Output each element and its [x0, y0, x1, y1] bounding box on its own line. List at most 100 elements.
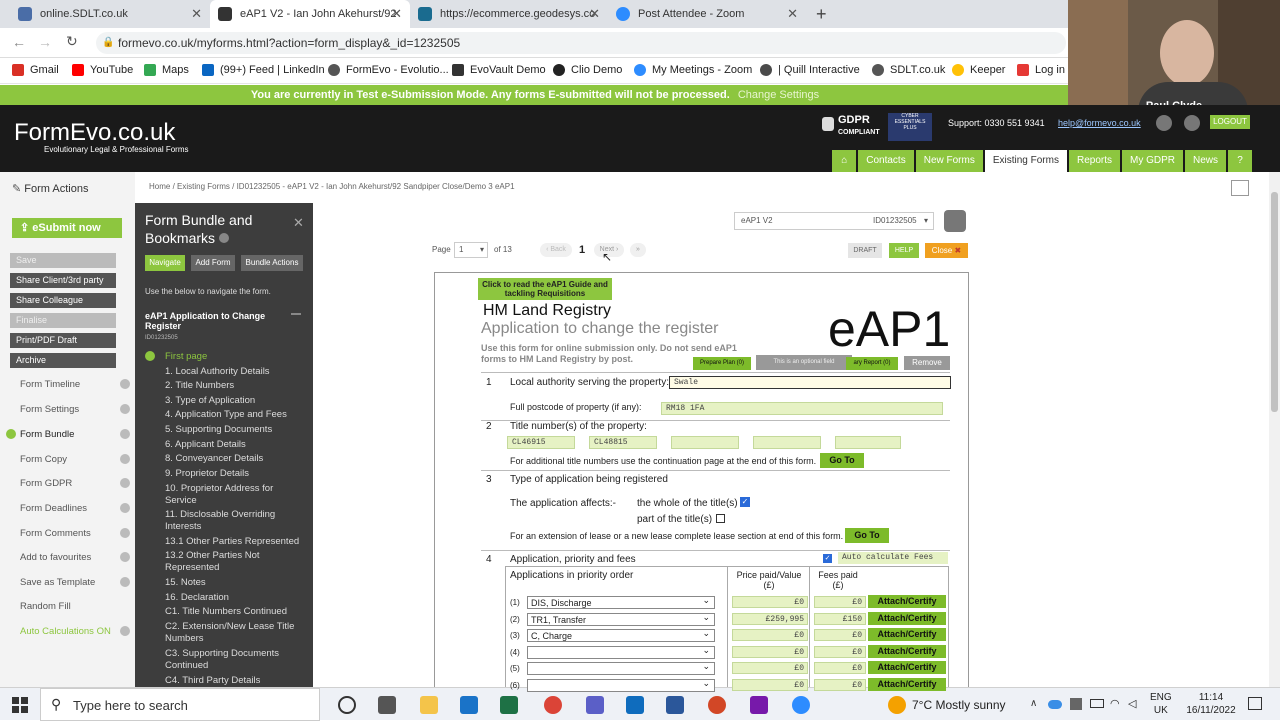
collapse-icon[interactable]	[291, 313, 301, 315]
sidebar-item-auto-calc[interactable]: Auto Calculations ON	[6, 623, 130, 639]
tab-add-form[interactable]: Add Form	[191, 255, 235, 271]
attach-certify-button[interactable]: Attach/Certify	[868, 644, 946, 658]
local-authority-input[interactable]: Swale	[669, 376, 951, 389]
bookmark-zoom[interactable]: My Meetings - Zoom	[634, 64, 752, 76]
title-number-input[interactable]	[671, 436, 739, 449]
postcode-input[interactable]: RM18 1FA	[661, 402, 943, 415]
new-tab-icon[interactable]: +	[816, 4, 827, 25]
attach-certify-button[interactable]: Attach/Certify	[868, 661, 946, 675]
close-tab-icon[interactable]: ✕	[191, 6, 202, 22]
close-tab-icon[interactable]: ✕	[589, 6, 600, 22]
nav-contacts[interactable]: Contacts	[858, 150, 914, 172]
close-tab-icon[interactable]: ✕	[391, 6, 402, 22]
support-email-link[interactable]: help@formevo.co.uk	[1058, 118, 1141, 128]
help-icon[interactable]	[120, 577, 130, 587]
sidebar-item-comments[interactable]: Form Comments	[6, 525, 130, 541]
draft-button[interactable]: DRAFT	[848, 243, 882, 258]
attach-certify-button[interactable]: Attach/Certify	[868, 678, 946, 691]
powerpoint-icon[interactable]	[708, 696, 726, 714]
bookmark-item[interactable]: 3. Type of Application	[165, 395, 305, 407]
sidebar-item-timeline[interactable]: Form Timeline	[6, 376, 130, 392]
sidebar-item-random-fill[interactable]: Random Fill	[6, 598, 130, 614]
goto-button[interactable]: Go To	[845, 528, 889, 543]
save-button[interactable]: Save	[10, 253, 116, 268]
print-pdf-button[interactable]: Print/PDF Draft	[10, 333, 116, 348]
auto-calc-checkbox[interactable]: ✓	[823, 554, 832, 563]
goto-button[interactable]: Go To	[820, 453, 864, 468]
fee-input[interactable]: £0	[814, 662, 866, 675]
tab-navigate[interactable]: Navigate	[145, 255, 185, 271]
bookmark-clio[interactable]: Clio Demo	[553, 64, 622, 76]
bookmark-evovault[interactable]: EvoVault Demo	[452, 64, 546, 76]
bookmark-maps[interactable]: Maps	[144, 64, 189, 76]
sidebar-item-favourites[interactable]: Add to favourites	[6, 549, 130, 565]
nav-existing-forms[interactable]: Existing Forms	[984, 150, 1067, 172]
help-icon[interactable]	[120, 429, 130, 439]
bookmark-quill[interactable]: | Quill Interactive	[760, 64, 860, 76]
application-select[interactable]: TR1, Transfer ⌄	[527, 612, 715, 626]
notifications-icon[interactable]	[1248, 697, 1262, 710]
battery-icon[interactable]	[1090, 699, 1104, 708]
report-button[interactable]: ary Report (0)	[846, 357, 898, 370]
bookmark-item[interactable]: 9. Proprietor Details	[165, 468, 305, 480]
file-explorer-icon[interactable]	[420, 696, 438, 714]
help-icon[interactable]	[120, 528, 130, 538]
page-scrollbar[interactable]	[1269, 172, 1280, 687]
help-icon[interactable]	[120, 478, 130, 488]
bookmark-item[interactable]: 1. Local Authority Details	[165, 366, 305, 378]
weather-text[interactable]: 7°C Mostly sunny	[912, 698, 1006, 712]
sidebar-item-gdpr[interactable]: Form GDPR	[6, 475, 130, 491]
help-button[interactable]: HELP	[889, 243, 919, 258]
form-selector[interactable]: eAP1 V2 ID01232505 ▾	[734, 212, 934, 230]
bookmark-item[interactable]: C3. Supporting Documents Continued	[165, 648, 305, 672]
task-view-icon[interactable]	[378, 696, 396, 714]
forward-icon[interactable]: →	[38, 34, 52, 50]
taskbar-search[interactable]: ⚲ Type here to search	[40, 688, 320, 721]
price-input[interactable]: £0	[732, 596, 808, 608]
word-icon[interactable]	[666, 696, 684, 714]
close-tab-icon[interactable]: ✕	[787, 6, 798, 22]
bookmark-item[interactable]: 5. Supporting Documents	[165, 424, 305, 436]
windows-start-icon[interactable]	[12, 697, 28, 713]
archive-button[interactable]: Archive	[10, 353, 116, 368]
chrome-icon[interactable]	[544, 696, 562, 714]
price-input[interactable]: £259,995	[732, 612, 808, 625]
change-settings-link[interactable]: Change Settings	[738, 89, 819, 101]
part-title-checkbox[interactable]	[716, 514, 725, 523]
nav-news[interactable]: News	[1184, 150, 1226, 172]
tab-geodesys[interactable]: https://ecommerce.geodesys.co ✕	[410, 0, 608, 28]
help-icon[interactable]	[120, 503, 130, 513]
whole-title-checkbox[interactable]: ✓	[740, 497, 750, 507]
sidebar-item-bundle[interactable]: Form Bundle	[6, 426, 130, 442]
finalise-button[interactable]: Finalise	[10, 313, 116, 328]
tray-app-icon[interactable]	[1070, 698, 1082, 710]
logout-button[interactable]: LOGOUT	[1210, 115, 1250, 129]
cortana-icon[interactable]	[338, 696, 356, 714]
nav-reports[interactable]: Reports	[1068, 150, 1120, 172]
tab-sdlt[interactable]: online.SDLT.co.uk ✕	[10, 0, 210, 28]
url-field[interactable]: 🔒 formevo.co.uk/myforms.html?action=form_…	[96, 32, 1066, 54]
nav-new-forms[interactable]: New Forms	[915, 150, 983, 172]
bookmark-gmail[interactable]: Gmail	[12, 64, 59, 76]
tab-bundle-actions[interactable]: Bundle Actions	[241, 255, 303, 271]
tab-eap1[interactable]: eAP1 V2 - Ian John Akehurst/92 ✕	[210, 0, 410, 28]
bookmark-login[interactable]: Log in	[1017, 64, 1065, 76]
onedrive-icon[interactable]	[1048, 700, 1062, 709]
bookmark-formevo[interactable]: FormEvo - Evolutio...	[328, 64, 449, 76]
scrollbar-thumb[interactable]	[1271, 192, 1278, 412]
price-input[interactable]: £0	[732, 679, 808, 691]
sidebar-item-template[interactable]: Save as Template	[6, 574, 130, 590]
help-icon[interactable]	[120, 552, 130, 562]
esubmit-button[interactable]: ⇪ eSubmit now	[12, 218, 122, 238]
help-icon[interactable]	[120, 454, 130, 464]
bundle-document[interactable]: eAP1 Application to Change Register	[145, 311, 275, 331]
volume-icon[interactable]: ◁	[1128, 697, 1136, 710]
help-icon[interactable]	[120, 626, 130, 636]
bookmark-item[interactable]: 13.1 Other Parties Represented	[165, 536, 305, 548]
bookmark-item[interactable]: 16. Declaration	[165, 592, 305, 604]
help-icon[interactable]	[218, 233, 229, 243]
formevo-logo[interactable]: FormEvo.co.uk Evolutionary Legal & Profes…	[14, 119, 189, 154]
sidebar-item-copy[interactable]: Form Copy	[6, 451, 130, 467]
remove-button[interactable]: Remove	[904, 356, 950, 370]
application-select[interactable]: ⌄	[527, 678, 715, 692]
